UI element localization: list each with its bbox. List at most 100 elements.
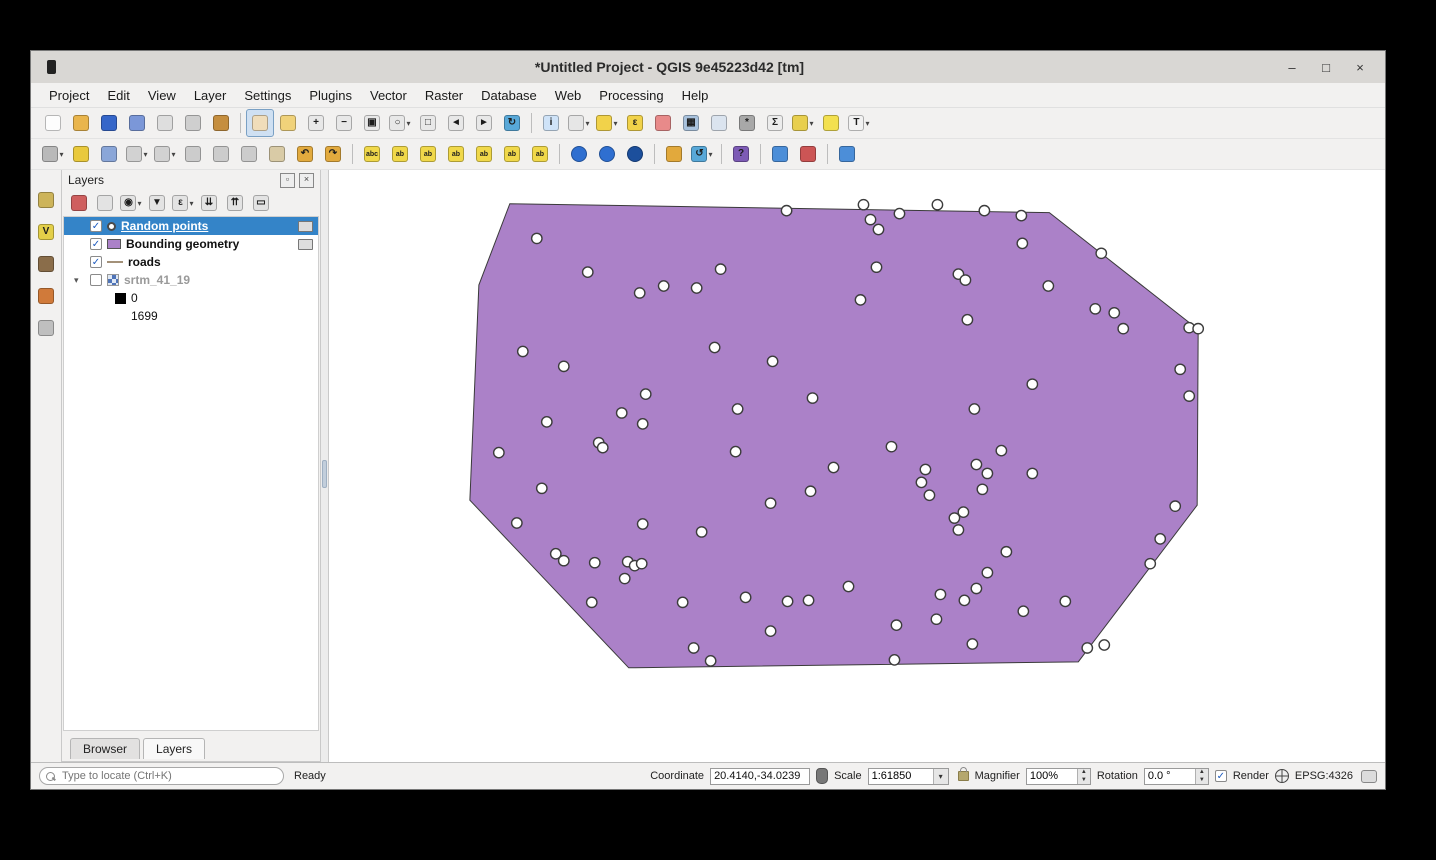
filter-legend-icon[interactable]: ▼ bbox=[144, 190, 170, 216]
style-manager-icon[interactable] bbox=[207, 109, 235, 137]
panel-float-button[interactable]: ▫ bbox=[280, 173, 295, 188]
statistical-summary-icon[interactable]: Σ bbox=[761, 109, 789, 137]
minimize-button[interactable]: – bbox=[1283, 60, 1301, 75]
scale-dropdown-icon[interactable]: ▾ bbox=[933, 769, 948, 784]
layer-checkbox[interactable]: ✓ bbox=[90, 256, 102, 268]
menu-raster[interactable]: Raster bbox=[417, 85, 471, 106]
layer-row-bounding-geometry[interactable]: ✓Bounding geometry bbox=[64, 235, 318, 253]
processing-history-icon[interactable] bbox=[794, 140, 822, 168]
select-by-expression-icon[interactable]: ε bbox=[621, 109, 649, 137]
rotation-down-icon[interactable]: ▼ bbox=[1196, 776, 1208, 784]
lock-scale-icon[interactable] bbox=[958, 771, 969, 781]
expand-all-icon[interactable]: ⇊ bbox=[196, 190, 222, 216]
crs-globe-icon[interactable] bbox=[1275, 769, 1289, 783]
zoom-next-icon[interactable]: ► bbox=[470, 109, 498, 137]
vertex-tool-icon[interactable]: ▾ bbox=[151, 140, 179, 168]
dropdown-arrow-icon[interactable]: ▾ bbox=[189, 199, 193, 208]
text-annotation-icon[interactable]: T▾ bbox=[845, 109, 873, 137]
menu-plugins[interactable]: Plugins bbox=[301, 85, 360, 106]
zoom-to-layer-icon[interactable]: □ bbox=[414, 109, 442, 137]
layer-checkbox[interactable] bbox=[90, 274, 102, 286]
layer-row-random-points[interactable]: ✓Random points bbox=[64, 217, 318, 235]
panel-close-button[interactable]: × bbox=[299, 173, 314, 188]
dropdown-arrow-icon[interactable]: ▾ bbox=[59, 150, 63, 159]
change-label-icon[interactable]: ab bbox=[526, 140, 554, 168]
epsg-label[interactable]: EPSG:4326 bbox=[1295, 770, 1353, 782]
scale-input[interactable] bbox=[869, 770, 933, 782]
processing-toolbox-icon[interactable] bbox=[766, 140, 794, 168]
rotation-spinbox[interactable]: ▲▼ bbox=[1144, 768, 1209, 785]
open-attribute-table-icon[interactable]: ▦ bbox=[677, 109, 705, 137]
delete-selected-icon[interactable] bbox=[179, 140, 207, 168]
map-services-icon[interactable] bbox=[593, 140, 621, 168]
menu-settings[interactable]: Settings bbox=[236, 85, 299, 106]
dropdown-arrow-icon[interactable]: ▾ bbox=[809, 119, 813, 128]
new-project-icon[interactable] bbox=[39, 109, 67, 137]
save-project-icon[interactable] bbox=[95, 109, 123, 137]
menu-layer[interactable]: Layer bbox=[186, 85, 235, 106]
magnifier-down-icon[interactable]: ▼ bbox=[1078, 776, 1090, 784]
save-project-as-icon[interactable] bbox=[123, 109, 151, 137]
geocoding-icon[interactable] bbox=[621, 140, 649, 168]
menu-edit[interactable]: Edit bbox=[99, 85, 137, 106]
dropdown-arrow-icon[interactable]: ▾ bbox=[406, 119, 410, 128]
reload-layer-icon[interactable]: ↺▾ bbox=[688, 140, 716, 168]
move-label-icon[interactable]: ab bbox=[470, 140, 498, 168]
coordinate-extent-toggle-icon[interactable] bbox=[816, 768, 828, 784]
layer-checkbox[interactable]: ✓ bbox=[90, 220, 102, 232]
open-layer-styling-icon[interactable] bbox=[66, 190, 92, 216]
zoom-out-icon[interactable]: − bbox=[330, 109, 358, 137]
menu-view[interactable]: View bbox=[140, 85, 184, 106]
map-tips-icon[interactable] bbox=[817, 109, 845, 137]
layer-row-roads[interactable]: ✓roads bbox=[64, 253, 318, 271]
rotation-input[interactable] bbox=[1145, 770, 1195, 782]
copy-features-icon[interactable] bbox=[235, 140, 263, 168]
save-layer-edits-icon[interactable] bbox=[95, 140, 123, 168]
dropdown-arrow-icon[interactable]: ▾ bbox=[137, 199, 141, 208]
layer-row-0[interactable]: 0 bbox=[64, 289, 318, 307]
collapse-all-icon[interactable]: ⇈ bbox=[222, 190, 248, 216]
open-project-icon[interactable] bbox=[67, 109, 95, 137]
dropdown-arrow-icon[interactable]: ▾ bbox=[613, 119, 617, 128]
scale-combo[interactable]: ▾ bbox=[868, 768, 949, 785]
map-canvas[interactable] bbox=[328, 170, 1385, 762]
maximize-button[interactable]: □ bbox=[1317, 60, 1335, 75]
pin-labels-icon[interactable]: ab bbox=[414, 140, 442, 168]
undo-icon[interactable]: ↶ bbox=[291, 140, 319, 168]
pan-map-icon[interactable] bbox=[246, 109, 274, 137]
render-checkbox[interactable]: ✓ bbox=[1215, 770, 1227, 782]
add-vector-layer-icon[interactable]: V bbox=[32, 218, 60, 246]
data-source-manager-icon[interactable] bbox=[32, 186, 60, 214]
coordinate-input[interactable] bbox=[710, 768, 810, 785]
new-print-layout-icon[interactable] bbox=[151, 109, 179, 137]
zoom-in-icon[interactable]: + bbox=[302, 109, 330, 137]
highlight-pinned-labels-icon[interactable]: ab bbox=[442, 140, 470, 168]
zoom-full-icon[interactable]: ▣ bbox=[358, 109, 386, 137]
zoom-to-selection-icon[interactable]: ○▾ bbox=[386, 109, 414, 137]
dropdown-arrow-icon[interactable]: ▾ bbox=[585, 119, 589, 128]
dropdown-arrow-icon[interactable]: ▾ bbox=[171, 150, 175, 159]
menu-project[interactable]: Project bbox=[41, 85, 97, 106]
rotate-label-icon[interactable]: ab bbox=[498, 140, 526, 168]
expander-icon[interactable]: ▾ bbox=[74, 275, 79, 286]
layer-row-1699[interactable]: 1699 bbox=[64, 307, 318, 325]
run-feature-action-icon[interactable]: ▾ bbox=[565, 109, 593, 137]
layer-checkbox[interactable]: ✓ bbox=[90, 238, 102, 250]
messages-icon[interactable] bbox=[1361, 770, 1377, 783]
rotation-up-icon[interactable]: ▲ bbox=[1196, 769, 1208, 777]
add-delimited-text-layer-icon[interactable] bbox=[32, 314, 60, 342]
zoom-last-icon[interactable]: ◄ bbox=[442, 109, 470, 137]
remove-layer-icon[interactable]: ▭ bbox=[248, 190, 274, 216]
refresh-map-icon[interactable]: ↻ bbox=[498, 109, 526, 137]
magnifier-spinbox[interactable]: ▲▼ bbox=[1026, 768, 1091, 785]
toggle-editing-icon[interactable] bbox=[67, 140, 95, 168]
magnifier-input[interactable] bbox=[1027, 770, 1077, 782]
deselect-features-icon[interactable] bbox=[649, 109, 677, 137]
measure-icon[interactable]: ▾ bbox=[789, 109, 817, 137]
dropdown-arrow-icon[interactable]: ▾ bbox=[708, 150, 712, 159]
dropdown-arrow-icon[interactable]: ▾ bbox=[865, 119, 869, 128]
filter-by-expression-icon[interactable]: ε▾ bbox=[170, 190, 196, 216]
add-group-icon[interactable] bbox=[92, 190, 118, 216]
add-feature-icon[interactable]: ▾ bbox=[123, 140, 151, 168]
tab-browser[interactable]: Browser bbox=[70, 738, 140, 759]
